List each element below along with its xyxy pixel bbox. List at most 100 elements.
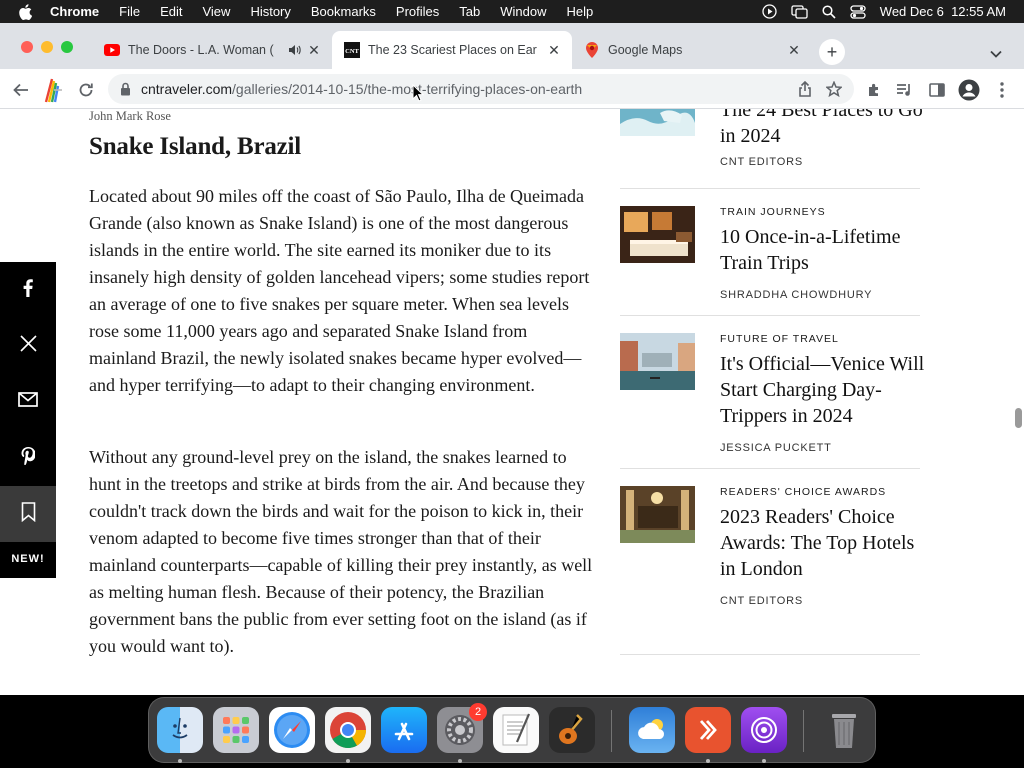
url-path: /galleries/2014-10-15/the-most-terrifyin… [232, 81, 583, 97]
story-thumbnail[interactable] [620, 333, 695, 390]
save-bookmark-button[interactable] [0, 486, 56, 542]
story-thumbnail[interactable] [620, 486, 695, 543]
profile-avatar-icon[interactable] [958, 79, 980, 101]
close-tab-icon[interactable]: ✕ [546, 42, 562, 59]
address-bar[interactable]: cntraveler.com/galleries/2014-10-15/the-… [108, 74, 854, 104]
tab-title: The 23 Scariest Places on Ear [368, 43, 537, 57]
dock-separator [803, 710, 804, 752]
menu-view[interactable]: View [202, 4, 230, 19]
plus-icon: + [826, 41, 838, 62]
running-indicator [178, 759, 182, 763]
url-text[interactable]: cntraveler.com/galleries/2014-10-15/the-… [141, 81, 582, 97]
mouse-cursor-icon [412, 84, 424, 102]
x-share-button[interactable] [0, 318, 56, 374]
window-close-button[interactable] [21, 41, 33, 53]
textedit-icon[interactable] [493, 707, 539, 753]
window-zoom-button[interactable] [61, 41, 73, 53]
menu-bookmarks[interactable]: Bookmarks [311, 4, 376, 19]
menu-app-name[interactable]: Chrome [50, 4, 99, 19]
menu-window[interactable]: Window [500, 4, 546, 19]
remote-desktop-icon[interactable] [685, 707, 731, 753]
photo-credit: John Mark Rose [89, 109, 171, 123]
extensions-icon[interactable] [863, 79, 885, 101]
article-paragraph: Located about 90 miles off the coast of … [89, 186, 590, 395]
menu-profiles[interactable]: Profiles [396, 4, 439, 19]
menubar-clock[interactable]: Wed Dec 6 12:55 AM [880, 4, 1006, 19]
running-indicator [346, 759, 350, 763]
page-scrollbar-thumb[interactable] [1015, 408, 1022, 428]
close-tab-icon[interactable]: ✕ [786, 42, 802, 59]
podcasts-icon[interactable] [741, 707, 787, 753]
story-title[interactable]: 2023 Readers' Choice Awards: The Top Hot… [720, 504, 925, 582]
story-rubric[interactable]: TRAIN JOURNEYS [720, 206, 826, 218]
new-tab-button[interactable]: + [819, 39, 845, 65]
tab-search-icon[interactable] [990, 45, 1002, 63]
new-feature-label: NEW! [11, 553, 45, 565]
facebook-share-button[interactable] [0, 262, 56, 318]
chrome-window: The Doors - L.A. Woman ( ✕ CNT The 23 Sc… [0, 23, 1024, 695]
play-status-icon[interactable] [762, 4, 777, 19]
trash-icon[interactable] [821, 707, 867, 753]
running-indicator [762, 759, 766, 763]
running-indicator [458, 759, 462, 763]
launchpad-icon[interactable] [213, 707, 259, 753]
control-center-icon[interactable] [850, 4, 866, 19]
macos-dock: 2 [148, 697, 876, 763]
story-byline[interactable]: SHRADDHA CHOWDHURY [720, 289, 872, 301]
menu-file[interactable]: File [119, 4, 140, 19]
article-paragraph: Without any ground-level prey on the isl… [89, 447, 593, 656]
story-rubric[interactable]: FUTURE OF TRAVEL [720, 333, 839, 345]
app-store-icon[interactable] [381, 707, 427, 753]
menu-help[interactable]: Help [567, 4, 594, 19]
story-rubric[interactable]: READERS' CHOICE AWARDS [720, 486, 886, 498]
side-panel-icon[interactable] [926, 79, 948, 101]
tab-scariest-places[interactable]: CNT The 23 Scariest Places on Ear ✕ [332, 31, 572, 69]
divider [620, 654, 920, 655]
bookmark-star-icon[interactable] [825, 80, 843, 102]
macos-menu-bar: Chrome File Edit View History Bookmarks … [0, 0, 1024, 23]
menu-edit[interactable]: Edit [160, 4, 182, 19]
screen-mirroring-icon[interactable] [791, 4, 808, 19]
apple-menu-icon[interactable] [18, 3, 36, 20]
tab-the-doors[interactable]: The Doors - L.A. Woman ( ✕ [92, 31, 332, 69]
bookmark-icon [21, 501, 36, 527]
notification-badge: 2 [469, 703, 487, 721]
chrome-icon[interactable] [325, 707, 371, 753]
pinterest-share-button[interactable] [0, 430, 56, 486]
story-title[interactable]: 10 Once-in-a-Lifetime Train Trips [720, 224, 925, 276]
story-thumbnail[interactable] [620, 206, 695, 263]
lock-icon[interactable] [120, 82, 131, 96]
story-thumbnail[interactable] [620, 109, 695, 136]
chrome-menu-icon[interactable] [991, 79, 1013, 101]
spotlight-search-icon[interactable] [822, 4, 836, 19]
divider [620, 468, 920, 469]
email-share-button[interactable] [0, 374, 56, 430]
story-title[interactable]: The 24 Best Places to Go in 2024 [720, 109, 925, 149]
finder-icon[interactable] [157, 707, 203, 753]
story-byline[interactable]: CNT EDITORS [720, 156, 803, 168]
tab-google-maps[interactable]: Google Maps ✕ [572, 31, 812, 69]
tab-title: Google Maps [608, 43, 683, 57]
pinterest-icon [21, 446, 36, 470]
story-byline[interactable]: CNT EDITORS [720, 595, 803, 607]
menu-history[interactable]: History [250, 4, 290, 19]
weather-icon[interactable] [629, 707, 675, 753]
window-minimize-button[interactable] [41, 41, 53, 53]
garageband-icon[interactable] [549, 707, 595, 753]
safari-icon[interactable] [269, 707, 315, 753]
reload-button[interactable] [75, 79, 97, 101]
menu-tab[interactable]: Tab [459, 4, 480, 19]
story-title[interactable]: It's Official—Venice Will Start Charging… [720, 351, 925, 429]
back-button[interactable] [10, 79, 32, 101]
url-host: cntraveler.com [141, 81, 233, 97]
forward-button[interactable] [38, 78, 66, 103]
google-maps-icon [584, 42, 600, 58]
share-page-icon[interactable] [798, 80, 812, 102]
story-byline[interactable]: JESSICA PUCKETT [720, 442, 832, 454]
media-controls-icon[interactable] [894, 79, 916, 101]
facebook-icon [23, 278, 33, 302]
speaker-icon[interactable] [288, 44, 302, 56]
close-tab-icon[interactable]: ✕ [306, 42, 322, 59]
system-settings-icon[interactable]: 2 [437, 703, 487, 753]
tab-strip: The Doors - L.A. Woman ( ✕ CNT The 23 Sc… [0, 23, 1024, 69]
